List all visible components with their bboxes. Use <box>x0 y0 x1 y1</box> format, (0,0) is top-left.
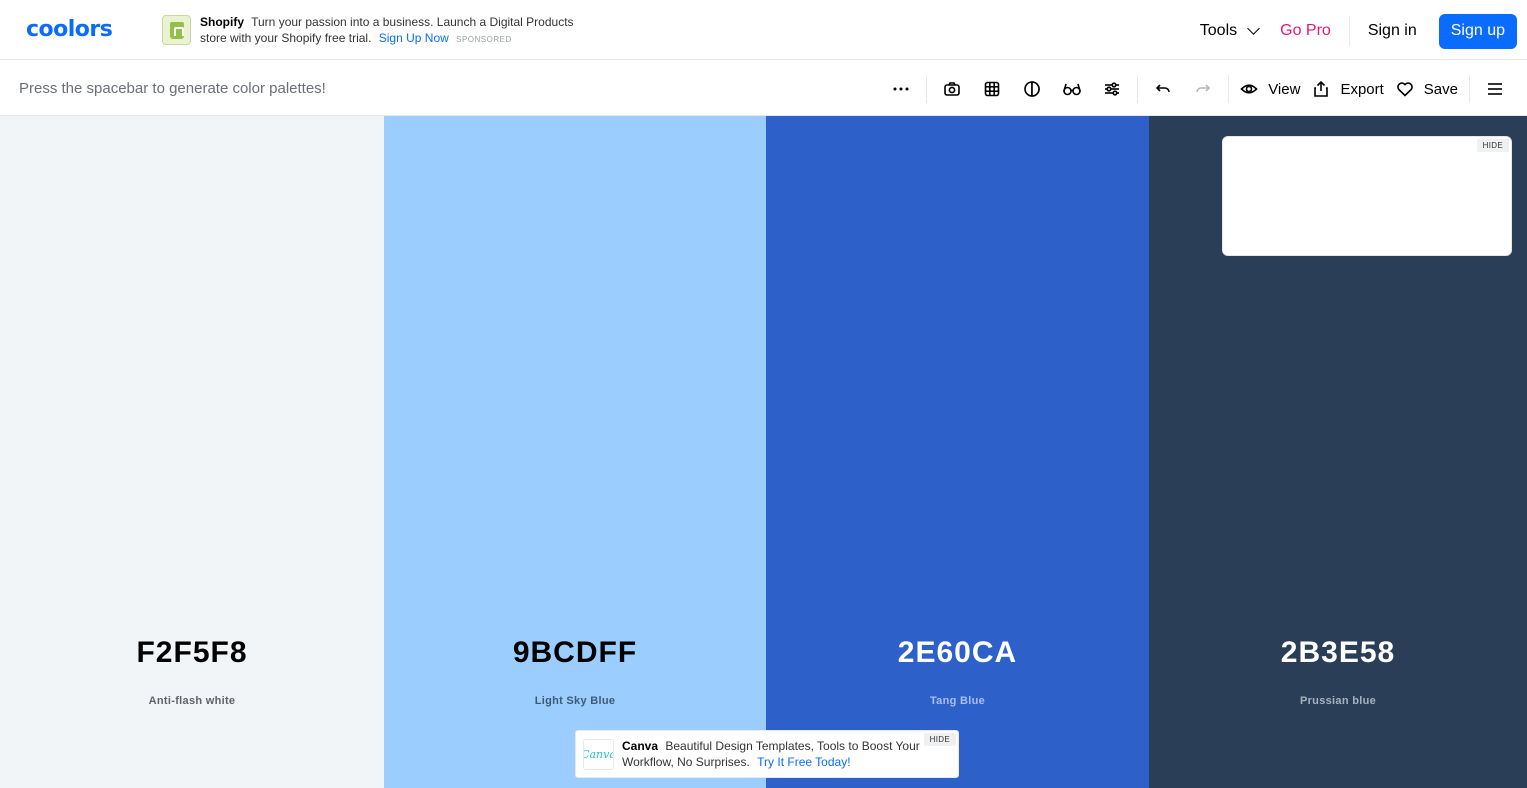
export-button[interactable]: Export <box>1312 74 1384 104</box>
eye-icon <box>1240 84 1258 94</box>
color-swatch[interactable]: 9BCDFF Light Sky Blue <box>384 116 766 788</box>
hide-ad-button[interactable]: HIDE <box>1476 139 1509 152</box>
contrast-button[interactable] <box>1012 74 1052 104</box>
color-swatch[interactable]: F2F5F8 Anti-flash white <box>0 116 384 788</box>
canva-ad-text: Canva Beautiful Design Templates, Tools … <box>622 738 942 770</box>
sign-in-link[interactable]: Sign in <box>1368 22 1417 40</box>
sign-up-button[interactable]: Sign up <box>1438 13 1517 49</box>
grid-view-button[interactable] <box>972 74 1012 104</box>
undo-button[interactable] <box>1143 74 1183 104</box>
nav-actions: Tools Go Pro Sign in Sign up <box>1200 13 1517 49</box>
canva-logo: Canva <box>583 739 614 770</box>
toolbar-actions: View Export Save <box>881 74 1515 104</box>
side-ad-box: HIDE <box>1222 136 1512 256</box>
screenshot-button[interactable] <box>932 74 972 104</box>
contrast-icon <box>1024 81 1040 97</box>
tools-label: Tools <box>1199 22 1238 39</box>
toolbar-divider <box>926 75 928 103</box>
heart-icon <box>1396 82 1413 97</box>
adjust-palette-button[interactable] <box>1092 74 1132 104</box>
save-button[interactable]: Save <box>1396 74 1458 104</box>
go-pro-link[interactable]: Go Pro <box>1280 22 1331 40</box>
color-swatch[interactable]: 2E60CA Tang Blue <box>766 116 1149 788</box>
shopify-bag-icon <box>162 15 191 45</box>
toolbar-divider <box>1469 75 1470 103</box>
redo-button[interactable] <box>1183 74 1223 104</box>
glasses-icon <box>1063 83 1081 96</box>
swatch-hex-code[interactable]: 9BCDFF <box>384 636 766 670</box>
hamburger-menu-icon <box>1488 83 1502 95</box>
undo-icon <box>1156 84 1170 93</box>
canva-ad[interactable]: Canva Canva Beautiful Design Templates, … <box>575 730 959 778</box>
app-root: coolors Shopify Turn your passion into a… <box>0 0 1527 788</box>
swatch-hex-code[interactable]: 2E60CA <box>766 636 1149 670</box>
coolors-logo[interactable]: coolors <box>26 17 113 42</box>
color-blindness-button[interactable] <box>1052 74 1092 104</box>
swatch-hex-code[interactable]: F2F5F8 <box>0 636 384 670</box>
camera-icon <box>944 82 960 96</box>
save-label: Save <box>1423 80 1458 98</box>
ad-brand: Shopify <box>200 15 244 29</box>
swatch-color-name: Tang Blue <box>929 695 986 707</box>
top-navbar: coolors Shopify Turn your passion into a… <box>0 0 1527 60</box>
shopify-ad-text: Shopify Turn your passion into a busines… <box>200 14 600 48</box>
toolbar-divider <box>1228 75 1230 103</box>
swatch-color-name: Anti-flash white <box>148 695 236 707</box>
sliders-icon <box>1105 82 1120 96</box>
ad-cta-link[interactable]: Sign Up Now <box>379 31 449 45</box>
share-icon <box>1314 80 1329 97</box>
more-dots-icon <box>893 87 909 91</box>
swatch-hex-code[interactable]: 2B3E58 <box>1149 636 1527 670</box>
menu-button[interactable] <box>1475 74 1515 104</box>
swatch-color-name: Prussian blue <box>1299 695 1377 707</box>
hide-ad-button[interactable]: HIDE <box>923 733 956 746</box>
view-label: View <box>1268 80 1301 98</box>
spacebar-hint: Press the spacebar to generate color pal… <box>19 80 326 97</box>
more-options-button[interactable] <box>881 74 921 104</box>
redo-icon <box>1196 84 1211 93</box>
export-label: Export <box>1340 80 1384 98</box>
chevron-down-icon <box>1247 21 1260 35</box>
ad-cta-link[interactable]: Try It Free Today! <box>757 755 850 769</box>
ad-brand: Canva <box>622 739 659 753</box>
nav-divider <box>1348 16 1350 46</box>
toolbar-divider <box>1137 75 1139 103</box>
generator-toolbar: Press the spacebar to generate color pal… <box>0 61 1527 116</box>
grid-icon <box>984 81 1000 97</box>
swatch-color-name: Light Sky Blue <box>534 695 616 707</box>
tools-menu-button[interactable]: Tools <box>1199 21 1260 40</box>
shopify-ad[interactable]: Shopify Turn your passion into a busines… <box>162 14 602 48</box>
view-button[interactable]: View <box>1240 74 1300 104</box>
sponsored-label: SPONSORED <box>456 35 512 44</box>
